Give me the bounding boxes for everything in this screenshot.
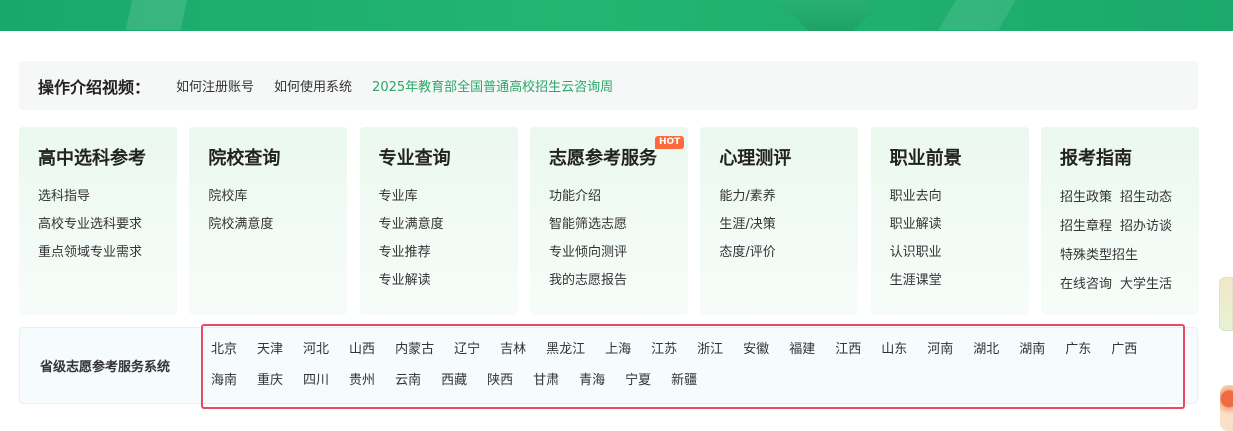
province-row: 海南 重庆 四川 贵州 云南 西藏 陕西 甘肃 青海 宁夏 新疆 <box>211 369 1183 400</box>
province-link[interactable]: 河南 <box>927 338 953 369</box>
banner-decoration <box>938 0 1022 30</box>
province-link[interactable]: 湖北 <box>973 338 999 369</box>
province-link[interactable]: 安徽 <box>743 338 769 369</box>
province-link[interactable]: 吉林 <box>500 338 526 369</box>
card-link[interactable]: 招生动态 <box>1120 190 1172 205</box>
card-link[interactable]: 智能筛选志愿 <box>549 211 688 239</box>
card-application-service: HOT 志愿参考服务 功能介绍 智能筛选志愿 专业倾向测评 我的志愿报告 <box>529 127 688 315</box>
province-link[interactable]: 河北 <box>303 338 329 369</box>
province-link[interactable]: 陕西 <box>487 369 513 400</box>
card-link[interactable]: 招办访谈 <box>1120 219 1172 234</box>
province-link[interactable]: 四川 <box>303 369 329 400</box>
card-link[interactable]: 专业倾向测评 <box>549 239 688 267</box>
province-link[interactable]: 广东 <box>1065 338 1091 369</box>
province-row: 北京 天津 河北 山西 内蒙古 辽宁 吉林 黑龙江 上海 江苏 浙江 安徽 福建 江西 山东 河南 湖北 湖南 广东… <box>211 338 1183 369</box>
card-subject-selection: 高中选科参考 选科指导 高校专业选科要求 重点领域专业需求 <box>19 127 177 315</box>
province-link[interactable]: 青海 <box>579 369 605 400</box>
card-link[interactable]: 招生章程 <box>1060 219 1112 234</box>
card-title[interactable]: 职业前景 <box>890 147 1029 171</box>
card-link[interactable]: 认识职业 <box>890 239 1029 267</box>
card-link[interactable]: 专业解读 <box>379 267 518 295</box>
card-title[interactable]: 高中选科参考 <box>38 147 177 171</box>
province-list: 北京 天津 河北 山西 内蒙古 辽宁 吉林 黑龙江 上海 江苏 浙江 安徽 福建 江西 山东 河南 湖北 湖南 广东… <box>201 324 1185 409</box>
card-major-search: 专业查询 专业库 专业满意度 专业推荐 专业解读 <box>359 127 518 315</box>
guide-link-row: 招生章程 招办访谈 <box>1060 212 1199 241</box>
card-link[interactable]: 能力/素养 <box>719 183 858 211</box>
card-link[interactable]: 特殊类型招生 <box>1060 248 1138 263</box>
province-link[interactable]: 重庆 <box>257 369 283 400</box>
card-link[interactable]: 高校专业选科要求 <box>38 211 177 239</box>
province-link[interactable]: 江苏 <box>651 338 677 369</box>
card-link[interactable]: 生涯课堂 <box>890 267 1029 295</box>
card-link[interactable]: 在线咨询 <box>1060 277 1112 292</box>
province-link[interactable]: 宁夏 <box>625 369 651 400</box>
card-link[interactable]: 我的志愿报告 <box>549 267 688 295</box>
intro-video-bar: 操作介绍视频： 如何注册账号 如何使用系统 2025年教育部全国普通高校招生云咨… <box>19 61 1198 110</box>
guide-link-row: 在线咨询 大学生活 <box>1060 270 1199 299</box>
card-career-prospect: 职业前景 职业去向 职业解读 认识职业 生涯课堂 <box>870 127 1029 315</box>
guide-link-row: 招生政策 招生动态 <box>1060 183 1199 212</box>
card-link[interactable]: 职业去向 <box>890 183 1029 211</box>
card-link[interactable]: 大学生活 <box>1120 277 1172 292</box>
top-banner <box>0 0 1233 31</box>
province-link[interactable]: 内蒙古 <box>395 338 434 369</box>
card-link[interactable]: 专业满意度 <box>379 211 518 239</box>
card-link[interactable]: 态度/评价 <box>719 239 858 267</box>
province-link[interactable]: 湖南 <box>1019 338 1045 369</box>
province-link[interactable]: 贵州 <box>349 369 375 400</box>
province-link[interactable]: 浙江 <box>697 338 723 369</box>
card-title[interactable]: 报考指南 <box>1060 147 1199 171</box>
float-promo-icon[interactable] <box>1220 385 1233 431</box>
card-title[interactable]: 院校查询 <box>208 147 347 171</box>
province-link[interactable]: 西藏 <box>441 369 467 400</box>
banner-decoration <box>766 0 874 31</box>
hot-badge: HOT <box>654 136 685 149</box>
province-link[interactable]: 新疆 <box>671 369 697 400</box>
province-service-title: 省级志愿参考服务系统 <box>40 360 171 375</box>
province-link[interactable]: 福建 <box>789 338 815 369</box>
intro-video-title: 操作介绍视频： <box>38 77 151 97</box>
card-psych-test: 心理测评 能力/素养 生涯/决策 态度/评价 <box>700 127 859 315</box>
card-link[interactable]: 专业库 <box>379 183 518 211</box>
province-link[interactable]: 北京 <box>211 338 237 369</box>
province-link[interactable]: 山东 <box>881 338 907 369</box>
card-college-search: 院校查询 院校库 院校满意度 <box>189 127 348 315</box>
card-link[interactable]: 选科指导 <box>38 183 177 211</box>
province-link[interactable]: 天津 <box>257 338 283 369</box>
province-link[interactable]: 辽宁 <box>454 338 480 369</box>
province-link[interactable]: 黑龙江 <box>546 338 585 369</box>
card-title[interactable]: 专业查询 <box>379 147 518 171</box>
province-link[interactable]: 江西 <box>835 338 861 369</box>
video-link-register[interactable]: 如何注册账号 <box>176 76 254 95</box>
card-link[interactable]: 招生政策 <box>1060 190 1112 205</box>
card-title[interactable]: 心理测评 <box>719 147 858 171</box>
video-link-consult-week[interactable]: 2025年教育部全国普通高校招生云咨询周 <box>372 76 613 95</box>
province-link[interactable]: 山西 <box>349 338 375 369</box>
mascot-float-icon[interactable] <box>1219 277 1233 331</box>
banner-decoration <box>125 0 190 30</box>
guide-link-row: 特殊类型招生 <box>1060 241 1199 270</box>
card-link[interactable]: 院校库 <box>208 183 347 211</box>
province-service-box: 省级志愿参考服务系统 北京 天津 河北 山西 内蒙古 辽宁 吉林 黑龙江 上海 江苏 浙江 安徽 福建江… <box>19 324 1198 409</box>
province-link[interactable]: 海南 <box>211 369 237 400</box>
card-link[interactable]: 专业推荐 <box>379 239 518 267</box>
province-link[interactable]: 上海 <box>605 338 631 369</box>
card-link[interactable]: 生涯/决策 <box>719 211 858 239</box>
card-link[interactable]: 院校满意度 <box>208 211 347 239</box>
service-cards: 高中选科参考 选科指导 高校专业选科要求 重点领域专业需求 院校查询 院校库 院… <box>19 127 1199 315</box>
province-link[interactable]: 甘肃 <box>533 369 559 400</box>
video-link-usage[interactable]: 如何使用系统 <box>274 76 352 95</box>
card-application-guide: 报考指南 招生政策 招生动态 招生章程 招办访谈 特殊类型招生 在线咨询 大学生活 <box>1040 127 1199 315</box>
province-link[interactable]: 云南 <box>395 369 421 400</box>
card-link[interactable]: 重点领域专业需求 <box>38 239 177 267</box>
card-title[interactable]: 志愿参考服务 <box>549 147 688 171</box>
province-link[interactable]: 广西 <box>1111 338 1137 369</box>
card-link[interactable]: 职业解读 <box>890 211 1029 239</box>
card-link[interactable]: 功能介绍 <box>549 183 688 211</box>
